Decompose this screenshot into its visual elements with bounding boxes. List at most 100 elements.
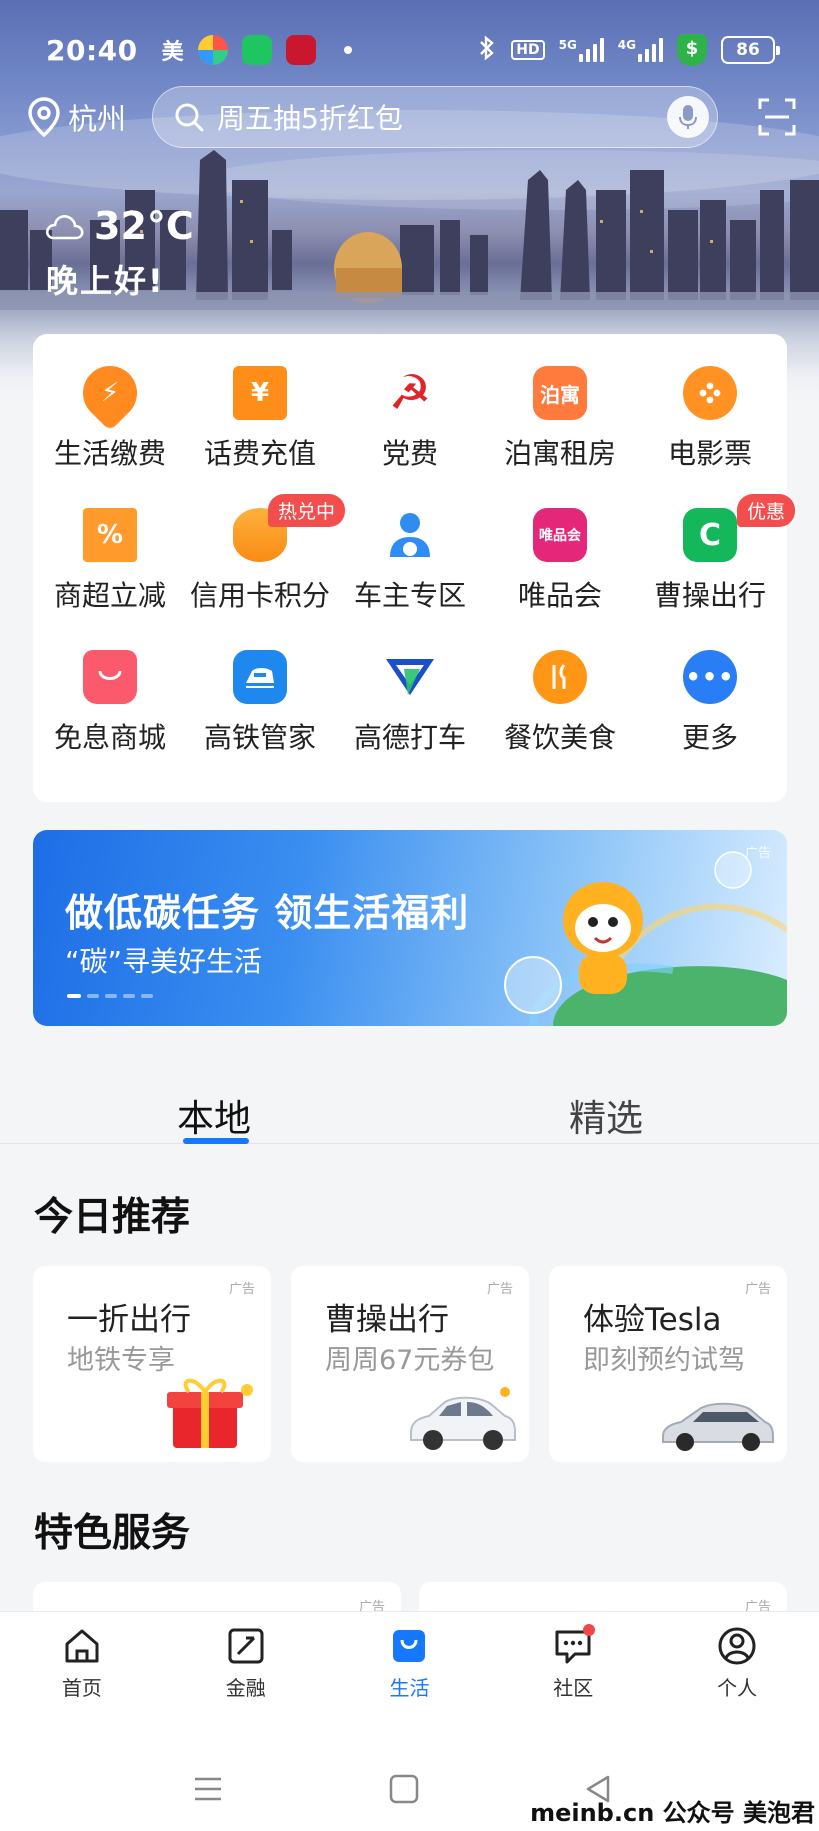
notification-dot — [583, 1624, 596, 1636]
service-label: 车主专区 — [353, 579, 466, 612]
hammer-sickle-icon: ☭ — [388, 365, 432, 421]
city-selector[interactable]: 杭州 — [26, 96, 126, 138]
car-owner-icon — [383, 508, 437, 562]
search-placeholder: 周五抽5折红包 — [217, 102, 403, 135]
low-carbon-banner[interactable]: 广告 做低碳任务 领生活福利 “碳”寻美好生活 — [33, 830, 787, 1026]
film-reel-icon — [683, 366, 737, 420]
rec-card-subtitle: 地铁专享 — [67, 1345, 175, 1376]
service-item-party-fee[interactable]: ☭ 党费 — [335, 365, 485, 508]
pinwheel-status-icon — [197, 35, 228, 65]
train-icon — [233, 650, 287, 704]
menu-icon[interactable] — [192, 1773, 224, 1805]
home-icon — [65, 1629, 99, 1663]
nav-community[interactable]: 社区 — [491, 1612, 655, 1723]
nav-label: 首页 — [61, 1676, 102, 1700]
service-label: 生活缴费 — [53, 437, 166, 470]
service-item-boyu-rental[interactable]: 泊寓 泊寓租房 — [485, 366, 635, 508]
active-tab-indicator — [183, 1138, 249, 1144]
yuan-icon: ¥ — [233, 366, 287, 420]
rec-card-caocao[interactable]: 广告 曹操出行 周周67元券包 — [291, 1266, 529, 1462]
voice-search-button[interactable] — [667, 96, 710, 138]
top-bar: 杭州 周五抽5折红包 — [0, 84, 819, 150]
temperature: 32°C — [94, 204, 194, 248]
service-item-more[interactable]: ••• 更多 — [635, 650, 785, 792]
service-label: 信用卡积分 — [189, 579, 330, 612]
bottom-navigation: 首页 金融 生活 社区 个人 — [0, 1611, 819, 1723]
status-bar: 20:40 美 HD 5G 4G $ 86 — [0, 22, 819, 78]
rec-card-subtitle: 周周67元券包 — [325, 1345, 495, 1376]
caocao-icon: C — [683, 508, 737, 562]
service-label: 高德打车 — [353, 721, 466, 754]
service-item-caocao[interactable]: 优惠 C 曹操出行 — [635, 494, 795, 650]
home-square-icon[interactable] — [388, 1773, 420, 1805]
carousel-indicator — [67, 994, 153, 998]
system-navigation-bar: meinb.cn 公众号 美泡君 — [0, 1723, 819, 1831]
bluetooth-icon — [477, 35, 497, 65]
service-item-vip-shop[interactable]: 唯品会 唯品会 — [485, 508, 635, 650]
amap-icon — [383, 650, 437, 704]
service-item-movie-ticket[interactable]: 电影票 — [635, 366, 785, 508]
bolt-icon: ⚡ — [71, 354, 149, 432]
boyu-icon: 泊寓 — [533, 366, 587, 420]
service-item-utility-payment[interactable]: ⚡ 生活缴费 — [35, 354, 185, 508]
tab-local[interactable]: 本地 — [177, 1088, 251, 1142]
nav-home[interactable]: 首页 — [0, 1612, 164, 1723]
banner-subtitle: “碳”寻美好生活 — [65, 945, 263, 978]
service-item-phone-topup[interactable]: ¥ 话费充值 — [185, 366, 335, 508]
banner-title: 做低碳任务 领生活福利 — [65, 891, 470, 935]
service-label: 商超立减 — [53, 579, 166, 612]
rec-card-title: 曹操出行 — [325, 1302, 449, 1338]
service-item-interest-free-mall[interactable]: 免息商城 — [35, 650, 185, 792]
content-tabs: 本地 精选 — [0, 1082, 819, 1144]
service-label: 党费 — [381, 437, 438, 470]
city-label: 杭州 — [68, 102, 127, 136]
scan-icon[interactable] — [757, 97, 797, 137]
nav-label: 金融 — [225, 1676, 266, 1700]
shopping-bag-icon — [83, 650, 137, 704]
cloud-weather-icon — [45, 215, 84, 240]
microphone-icon — [679, 105, 698, 129]
service-label: 免息商城 — [53, 721, 166, 754]
nav-life[interactable]: 生活 — [328, 1612, 492, 1723]
service-item-amap-taxi[interactable]: 高德打车 — [335, 650, 485, 792]
mascot-illustration — [504, 851, 787, 1026]
rec-card-subway[interactable]: 广告 一折出行 地铁专享 — [33, 1266, 271, 1462]
rec-card-subtitle: 即刻预约试驾 — [583, 1345, 745, 1376]
security-shield-icon: $ — [677, 34, 707, 66]
service-label: 话费充值 — [203, 437, 316, 470]
location-pin-icon — [28, 97, 60, 138]
service-item-credit-points[interactable]: 热兑中 信用卡积分 — [185, 494, 345, 650]
nav-finance[interactable]: 金融 — [164, 1612, 328, 1723]
ad-label: 广告 — [744, 1282, 771, 1297]
service-label: 高铁管家 — [203, 721, 316, 754]
ad-label: 广告 — [486, 1282, 513, 1297]
today-recommend-title: 今日推荐 — [34, 1195, 191, 1240]
bank-status-icon — [285, 35, 316, 65]
life-bag-icon — [393, 1630, 426, 1662]
gift-box-icon — [167, 1378, 253, 1448]
rec-card-tesla[interactable]: 广告 体验Tesla 即刻预约试驾 — [549, 1266, 787, 1462]
clock: 20:40 — [46, 33, 138, 67]
music-status-icon — [241, 35, 272, 65]
weather-widget: 32°C — [44, 204, 194, 248]
food-icon — [533, 650, 587, 704]
coupon-percent-icon: % — [83, 508, 137, 562]
car-icon — [662, 1402, 774, 1451]
service-item-supermarket-discount[interactable]: % 商超立减 — [35, 508, 185, 650]
hot-badge: 热兑中 — [267, 494, 345, 527]
search-bar[interactable]: 周五抽5折红包 — [152, 86, 719, 148]
service-item-food[interactable]: 餐饮美食 — [485, 650, 635, 792]
service-grid-card: ⚡ 生活缴费 ¥ 话费充值 ☭ 党费 泊寓 泊寓租房 电影票 % 商超立减 热兑… — [33, 334, 795, 802]
nav-profile[interactable]: 个人 — [655, 1612, 819, 1723]
battery-icon: 86 — [721, 36, 780, 64]
tab-featured[interactable]: 精选 — [569, 1088, 643, 1142]
service-item-high-speed-rail[interactable]: 高铁管家 — [185, 650, 335, 792]
service-item-car-owner[interactable]: 车主专区 — [335, 508, 485, 650]
service-label: 唯品会 — [517, 579, 602, 612]
signal-5g-icon: 5G — [559, 38, 604, 62]
more-icon: ••• — [683, 650, 737, 704]
watermark-text: meinb.cn 公众号 美泡君 — [530, 1799, 815, 1827]
ad-label: 广告 — [228, 1282, 255, 1297]
nav-label: 生活 — [389, 1676, 430, 1700]
service-label: 电影票 — [667, 437, 752, 470]
